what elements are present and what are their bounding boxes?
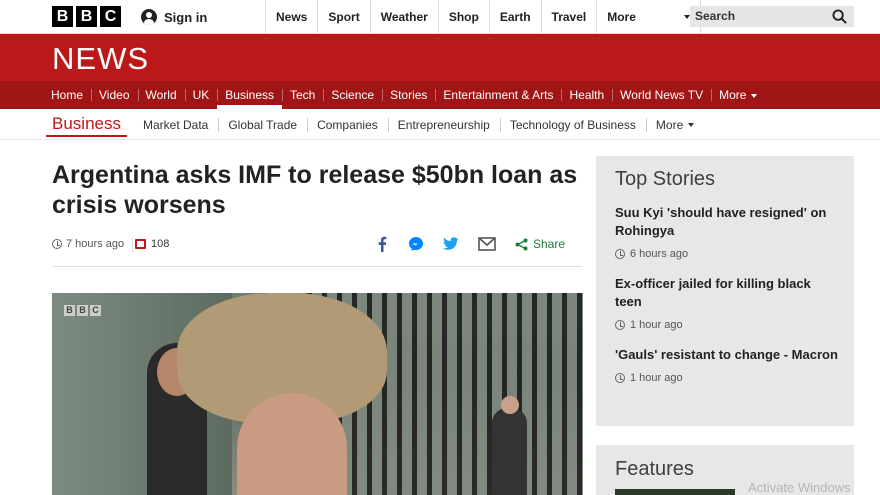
top-nav-weather[interactable]: Weather	[369, 0, 438, 34]
top-nav-news[interactable]: News	[265, 0, 317, 34]
top-nav-earth[interactable]: Earth	[488, 0, 541, 34]
top-nav-more[interactable]: More	[596, 0, 702, 34]
section-nav-home[interactable]: Home	[43, 81, 91, 109]
section-nav-tech[interactable]: Tech	[282, 81, 323, 109]
top-nav: News Sport Weather Shop Earth Travel Mor…	[265, 0, 702, 34]
top-nav-sport[interactable]: Sport	[317, 0, 369, 34]
clock-icon	[615, 320, 625, 330]
chevron-down-icon	[751, 93, 758, 98]
section-nav-science[interactable]: Science	[323, 81, 382, 109]
logo-letter-b2: B	[76, 6, 97, 27]
top-story-time-text: 1 hour ago	[630, 372, 683, 384]
section-nav: Home Video World UK Business Tech Scienc…	[0, 81, 880, 109]
comment-count: 108	[151, 238, 170, 250]
clock-icon	[52, 239, 62, 249]
email-icon[interactable]	[478, 237, 496, 251]
sub-nav-section-label[interactable]: Business	[46, 109, 127, 140]
sub-nav-market-data[interactable]: Market Data	[133, 118, 218, 132]
share-tools: Share	[375, 236, 565, 252]
article-meta: 7 hours ago 108 Share	[52, 233, 582, 267]
watermark-letter-b1: B	[64, 305, 75, 316]
top-story-item[interactable]: Ex-officer jailed for killing black teen…	[615, 275, 840, 331]
business-sub-nav: Business Market Data Global Trade Compan…	[0, 109, 880, 140]
bbc-watermark: B B C	[64, 305, 101, 316]
share-label: Share	[533, 237, 566, 251]
section-nav-stories[interactable]: Stories	[382, 81, 435, 109]
article-headline: Argentina asks IMF to release $50bn loan…	[52, 161, 578, 219]
search-icon[interactable]	[832, 9, 847, 24]
section-nav-more[interactable]: More	[711, 81, 765, 109]
sub-nav-entrepreneurship[interactable]: Entrepreneurship	[387, 117, 500, 132]
signin-label: Sign in	[164, 9, 208, 25]
top-story-title[interactable]: Ex-officer jailed for killing black teen	[615, 275, 840, 311]
signin-link[interactable]: Sign in	[141, 0, 265, 34]
top-story-time-text: 6 hours ago	[630, 248, 689, 260]
article-timestamp: 7 hours ago	[52, 238, 124, 250]
twitter-icon[interactable]	[443, 237, 459, 251]
section-nav-world[interactable]: World	[137, 81, 185, 109]
section-nav-uk[interactable]: UK	[184, 81, 218, 109]
watermark-letter-c: C	[90, 305, 101, 316]
bbc-logo[interactable]: B B C	[52, 6, 121, 27]
facebook-icon[interactable]	[375, 236, 389, 252]
image-face	[237, 393, 347, 495]
top-nav-shop[interactable]: Shop	[437, 0, 489, 34]
section-nav-world-news-tv[interactable]: World News TV	[612, 81, 711, 109]
top-story-time: 1 hour ago	[615, 319, 840, 331]
top-story-title[interactable]: Suu Kyi 'should have resigned' on Rohing…	[615, 204, 840, 240]
top-nav-travel[interactable]: Travel	[540, 0, 597, 34]
top-story-time: 6 hours ago	[615, 248, 840, 260]
watermark-letter-b2: B	[77, 305, 88, 316]
feature-thumbnail[interactable]	[615, 489, 735, 495]
sub-nav-more[interactable]: More	[645, 117, 704, 132]
top-story-title[interactable]: 'Gauls' resistant to change - Macron	[615, 346, 840, 364]
top-story-item[interactable]: Suu Kyi 'should have resigned' on Rohing…	[615, 204, 840, 260]
logo-letter-c: C	[100, 6, 121, 27]
top-stories-panel: Top Stories Suu Kyi 'should have resigne…	[596, 156, 854, 426]
news-masthead: NEWS	[0, 34, 880, 81]
clock-icon	[615, 373, 625, 383]
features-heading: Features	[615, 458, 694, 480]
section-nav-more-label: More	[719, 88, 747, 102]
messenger-icon[interactable]	[408, 236, 424, 252]
article-hero-image[interactable]: B B C	[52, 293, 583, 495]
search-input[interactable]: Search	[690, 6, 854, 27]
section-nav-video[interactable]: Video	[91, 81, 137, 109]
image-man-walking	[492, 396, 527, 495]
top-story-item[interactable]: 'Gauls' resistant to change - Macron 1 h…	[615, 346, 840, 384]
meta-divider	[132, 238, 133, 252]
top-story-time-text: 1 hour ago	[630, 319, 683, 331]
user-icon	[141, 9, 157, 25]
share-button[interactable]: Share	[515, 237, 565, 251]
comment-icon	[135, 239, 146, 249]
section-nav-health[interactable]: Health	[561, 81, 612, 109]
comments-link[interactable]: 108	[135, 238, 169, 250]
activate-windows-watermark: Activate Windows	[748, 480, 851, 495]
sub-nav-global-trade[interactable]: Global Trade	[218, 117, 307, 132]
sub-nav-companies[interactable]: Companies	[307, 117, 388, 132]
logo-letter-b1: B	[52, 6, 73, 27]
section-nav-business[interactable]: Business	[217, 81, 282, 109]
bbc-top-bar: B B C Sign in News Sport Weather Shop Ea…	[0, 0, 880, 34]
chevron-down-icon	[688, 123, 695, 128]
section-nav-entertainment-arts[interactable]: Entertainment & Arts	[435, 81, 561, 109]
news-logo[interactable]: NEWS	[52, 41, 149, 77]
clock-icon	[615, 249, 625, 259]
article-timestamp-text: 7 hours ago	[66, 238, 125, 250]
share-icon	[515, 238, 528, 250]
sub-nav-technology-of-business[interactable]: Technology of Business	[499, 117, 646, 132]
sub-nav-more-label: More	[655, 117, 684, 132]
top-nav-more-label: More	[607, 10, 636, 24]
search-placeholder: Search	[695, 9, 736, 23]
top-stories-heading: Top Stories	[615, 168, 716, 190]
top-story-time: 1 hour ago	[615, 372, 840, 384]
